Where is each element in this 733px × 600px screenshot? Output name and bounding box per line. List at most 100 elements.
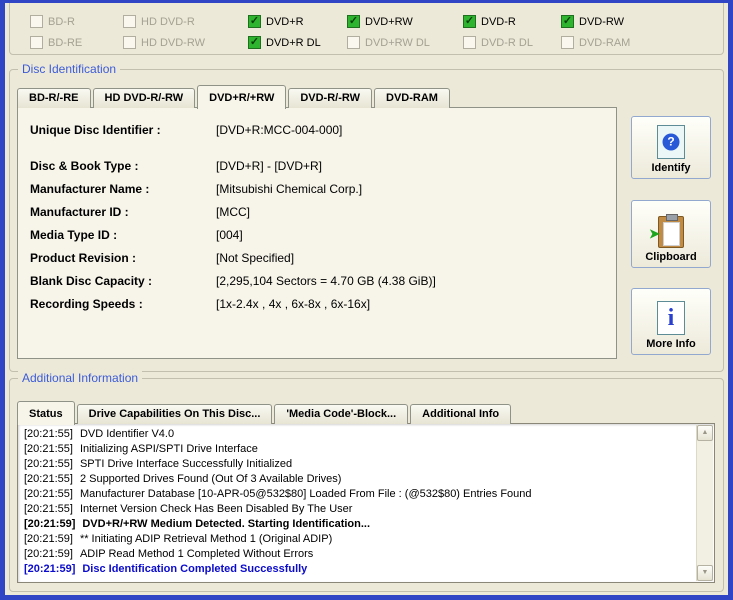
checkbox-icon: ✓ bbox=[30, 36, 43, 49]
clipboard-button[interactable]: ➤ Clipboard bbox=[631, 200, 711, 268]
format-filter-group: ✓ BD-R ✓ HD DVD-R ✓ DVD+R ✓ DVD+RW ✓ DVD… bbox=[9, 3, 724, 55]
format-checkbox-bd-r[interactable]: ✓ BD-R bbox=[30, 11, 123, 32]
check-icon: ✓ bbox=[562, 15, 573, 27]
identify-button-label: Identify bbox=[651, 162, 691, 174]
format-checkbox-dvd-r[interactable]: ✓ DVD-R bbox=[463, 11, 561, 32]
tab-dvd-ram[interactable]: DVD-RAM bbox=[374, 88, 450, 108]
log-line: [20:21:55] Initializing ASPI/SPTI Drive I… bbox=[24, 442, 693, 457]
disc-id-panel: Unique Disc Identifier : [DVD+R:MCC-004-… bbox=[17, 107, 617, 359]
log-line: [20:21:55] Internet Version Check Has Bee… bbox=[24, 502, 693, 517]
check-icon: ✓ bbox=[249, 15, 260, 27]
field-label: Recording Speeds : bbox=[30, 296, 143, 311]
checkbox-label: DVD+RW DL bbox=[365, 36, 430, 49]
check-icon: ✓ bbox=[464, 15, 475, 27]
tab-dvd-plus-r-rw[interactable]: DVD+R/+RW bbox=[197, 85, 287, 109]
log-message: ADIP Read Method 1 Completed Without Err… bbox=[79, 548, 314, 560]
checkbox-label: HD DVD-RW bbox=[141, 36, 205, 49]
log-line: [20:21:59] ** Initiating ADIP Retrieval M… bbox=[24, 532, 693, 547]
log-timestamp: [20:21:59] bbox=[24, 518, 76, 530]
checkbox-label: DVD+RW bbox=[365, 15, 413, 28]
status-log-box[interactable]: [20:21:55] DVD Identifier V4.0 [20:21:55]… bbox=[17, 423, 715, 583]
field-label: Product Revision : bbox=[30, 250, 137, 265]
disc-fields: Unique Disc Identifier : [DVD+R:MCC-004-… bbox=[18, 108, 616, 315]
log-timestamp: [20:21:59] bbox=[24, 533, 73, 545]
log-line: [20:21:55] DVD Identifier V4.0 bbox=[24, 427, 693, 442]
more-info-button[interactable]: i More Info bbox=[631, 288, 711, 355]
field-value: [DVD+R] - [DVD+R] bbox=[216, 158, 323, 173]
log-line: [20:21:59] ADIP Read Method 1 Completed W… bbox=[24, 547, 693, 562]
log-timestamp: [20:21:55] bbox=[24, 458, 73, 470]
field-label: Disc & Book Type : bbox=[30, 158, 139, 173]
status-log-lines: [20:21:55] DVD Identifier V4.0 [20:21:55]… bbox=[18, 424, 697, 582]
checkbox-label: DVD-RAM bbox=[579, 36, 631, 49]
tab-media-code-block[interactable]: 'Media Code'-Block... bbox=[274, 404, 409, 424]
field-label: Manufacturer ID : bbox=[30, 204, 129, 219]
tab-hd-dvd-r-rw[interactable]: HD DVD-R/-RW bbox=[92, 88, 196, 108]
field-row: Manufacturer ID : [MCC] bbox=[30, 200, 616, 223]
log-message: SPTI Drive Interface Successfully Initia… bbox=[79, 458, 293, 470]
format-checkbox-hd-dvd-r[interactable]: ✓ HD DVD-R bbox=[123, 11, 248, 32]
format-checkbox-bd-re[interactable]: ✓ BD-RE bbox=[30, 32, 123, 53]
log-timestamp: [20:21:55] bbox=[24, 503, 73, 515]
log-line: [20:21:55] Manufacturer Database [10-APR-… bbox=[24, 487, 693, 502]
format-checkbox-hd-dvd-rw[interactable]: ✓ HD DVD-RW bbox=[123, 32, 248, 53]
format-checkbox-dvd-ram[interactable]: ✓ DVD-RAM bbox=[561, 32, 717, 53]
field-label: Manufacturer Name : bbox=[30, 181, 150, 196]
tab-drive-capabilities[interactable]: Drive Capabilities On This Disc... bbox=[76, 404, 273, 424]
log-message: ** Initiating ADIP Retrieval Method 1 (O… bbox=[79, 533, 333, 545]
checkbox-label: HD DVD-R bbox=[141, 15, 195, 28]
format-checkbox-dvd-plus-rw-dl[interactable]: ✓ DVD+RW DL bbox=[347, 32, 463, 53]
format-checkbox-dvd-plus-rw[interactable]: ✓ DVD+RW bbox=[347, 11, 463, 32]
log-message: Disc Identification Completed Successful… bbox=[82, 563, 308, 575]
field-value: [MCC] bbox=[216, 204, 250, 219]
tab-additional-info[interactable]: Additional Info bbox=[410, 404, 512, 424]
checkbox-icon: ✓ bbox=[123, 36, 136, 49]
checkbox-icon: ✓ bbox=[248, 36, 261, 49]
log-message: DVD+R/+RW Medium Detected. Starting Iden… bbox=[82, 518, 371, 530]
checkbox-icon: ✓ bbox=[561, 36, 574, 49]
field-row: Product Revision : [Not Specified] bbox=[30, 246, 616, 269]
log-message: Manufacturer Database [10-APR-05@532$80]… bbox=[79, 488, 532, 500]
field-label: Unique Disc Identifier : bbox=[30, 122, 161, 137]
format-checkbox-dvd-plus-r[interactable]: ✓ DVD+R bbox=[248, 11, 347, 32]
field-row: Unique Disc Identifier : [DVD+R:MCC-004-… bbox=[30, 118, 616, 141]
green-arrow-icon: ➤ bbox=[649, 226, 660, 241]
group-title: Additional Information bbox=[18, 371, 143, 385]
field-row: Recording Speeds : [1x-2.4x , 4x , 6x-8x… bbox=[30, 292, 616, 315]
format-checkbox-dvd-plus-r-dl[interactable]: ✓ DVD+R DL bbox=[248, 32, 347, 53]
log-scrollbar[interactable]: ▲ ▼ bbox=[696, 425, 713, 581]
checkbox-icon: ✓ bbox=[463, 36, 476, 49]
field-value: [2,295,104 Sectors = 4.70 GB (4.38 GiB)] bbox=[216, 273, 436, 288]
log-line: [20:21:59] Disc Identification Completed … bbox=[24, 562, 693, 577]
group-title: Disc Identification bbox=[18, 62, 121, 76]
tab-dvd-r-rw[interactable]: DVD-R/-RW bbox=[288, 88, 373, 108]
field-value: [Mitsubishi Chemical Corp.] bbox=[216, 181, 363, 196]
format-checkbox-grid: ✓ BD-R ✓ HD DVD-R ✓ DVD+R ✓ DVD+RW ✓ DVD… bbox=[30, 11, 717, 53]
checkbox-icon: ✓ bbox=[123, 15, 136, 28]
log-timestamp: [20:21:59] bbox=[24, 548, 73, 560]
disc-id-tabstrip: BD-R/-RE HD DVD-R/-RW DVD+R/+RW DVD-R/-R… bbox=[17, 84, 452, 109]
log-timestamp: [20:21:55] bbox=[24, 428, 73, 440]
field-label: Media Type ID : bbox=[30, 227, 118, 242]
field-row: Disc & Book Type : [DVD+R] - [DVD+R] bbox=[30, 154, 616, 177]
checkbox-label: DVD-R bbox=[481, 15, 516, 28]
dvd-identifier-window: ✓ BD-R ✓ HD DVD-R ✓ DVD+R ✓ DVD+RW ✓ DVD… bbox=[0, 0, 733, 600]
scroll-up-icon[interactable]: ▲ bbox=[697, 425, 713, 441]
field-value: [Not Specified] bbox=[216, 250, 295, 265]
identify-question-icon: ? bbox=[657, 125, 685, 159]
checkbox-label: DVD+R DL bbox=[266, 36, 321, 49]
tab-bd-r-re[interactable]: BD-R/-RE bbox=[17, 88, 91, 108]
log-timestamp: [20:21:55] bbox=[24, 488, 73, 500]
format-checkbox-dvd-r-dl[interactable]: ✓ DVD-R DL bbox=[463, 32, 561, 53]
checkbox-icon: ✓ bbox=[463, 15, 476, 28]
identify-button[interactable]: ? Identify bbox=[631, 116, 711, 179]
scroll-down-icon[interactable]: ▼ bbox=[697, 565, 713, 581]
additional-information-group: Additional Information Status Drive Capa… bbox=[9, 371, 724, 592]
field-label: Blank Disc Capacity : bbox=[30, 273, 153, 288]
log-message: 2 Supported Drives Found (Out Of 3 Avail… bbox=[79, 473, 342, 485]
clipboard-icon: ➤ bbox=[649, 214, 684, 248]
tab-status[interactable]: Status bbox=[17, 401, 75, 425]
log-message: DVD Identifier V4.0 bbox=[79, 428, 175, 440]
checkbox-label: BD-RE bbox=[48, 36, 83, 49]
format-checkbox-dvd-rw[interactable]: ✓ DVD-RW bbox=[561, 11, 717, 32]
